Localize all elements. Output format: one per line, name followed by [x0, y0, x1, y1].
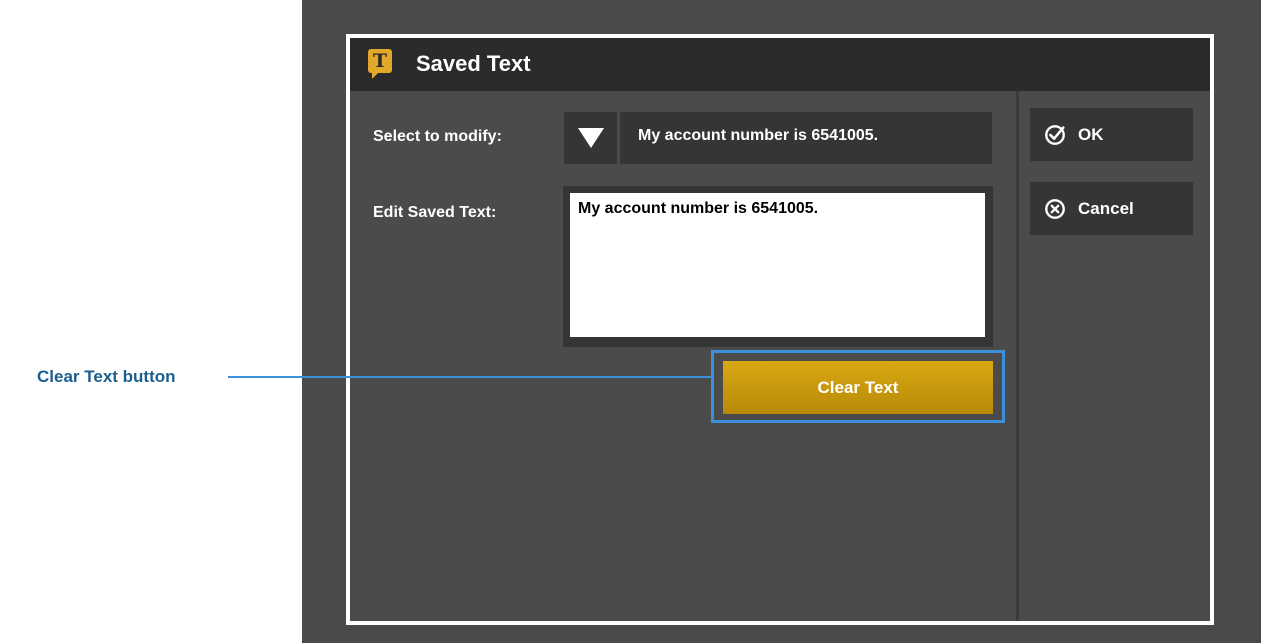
- dropdown-arrow-icon: [577, 128, 604, 148]
- action-panel: [1016, 91, 1210, 621]
- x-circle-icon: [1045, 198, 1065, 219]
- callout-label: Clear Text button: [37, 367, 176, 386]
- ok-label: OK: [1078, 124, 1104, 144]
- select-to-modify-label: Select to modify:: [373, 128, 502, 145]
- edit-text-frame: My account number is 6541005.: [563, 186, 993, 347]
- cancel-button[interactable]: Cancel: [1030, 182, 1193, 235]
- saved-text-dropdown-button[interactable]: [564, 112, 617, 164]
- dialog-title: Saved Text: [416, 51, 531, 76]
- saved-text-dialog: T Saved Text Select to modify: My accoun…: [346, 34, 1214, 625]
- callout-line: [228, 376, 713, 378]
- saved-text-select[interactable]: My account number is 6541005.: [620, 112, 992, 164]
- check-circle-icon: [1045, 124, 1065, 145]
- clear-text-highlight: [711, 350, 1005, 423]
- cancel-label: Cancel: [1078, 198, 1134, 218]
- ok-button[interactable]: OK: [1030, 108, 1193, 161]
- edit-saved-text-label: Edit Saved Text:: [373, 204, 497, 221]
- dialog-titlebar: T Saved Text: [350, 38, 1210, 91]
- edit-saved-text-field[interactable]: My account number is 6541005.: [570, 193, 985, 337]
- saved-text-icon: T: [368, 49, 392, 79]
